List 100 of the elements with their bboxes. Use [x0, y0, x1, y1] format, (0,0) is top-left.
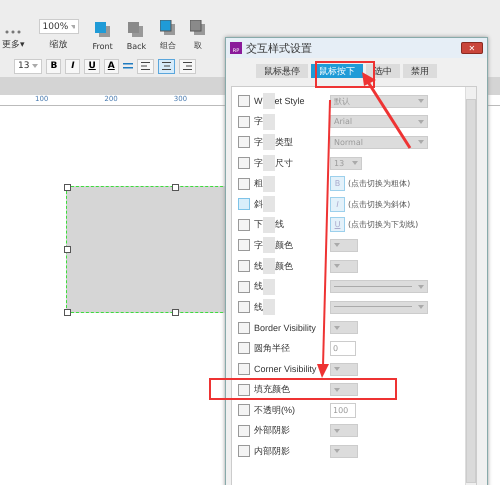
caret-icon [334, 367, 340, 372]
resize-handle[interactable] [172, 309, 179, 316]
checkbox[interactable] [238, 280, 250, 293]
checkbox[interactable] [238, 178, 250, 190]
caret-icon [32, 64, 38, 68]
inner-shadow-picker[interactable] [330, 444, 358, 458]
checkbox[interactable] [238, 260, 250, 272]
row-label: 字 [254, 156, 263, 170]
row-label: 颜色 [275, 260, 293, 273]
checkbox[interactable] [238, 404, 250, 416]
row-label: 线 [254, 280, 263, 294]
caret-icon [334, 449, 340, 454]
align-icon [182, 62, 192, 70]
corner-picker[interactable] [330, 362, 358, 376]
align-button[interactable] [178, 58, 196, 74]
resize-handle[interactable] [64, 309, 71, 316]
caret-icon [418, 305, 424, 310]
row-label: et Style [274, 96, 305, 106]
row-label: 下 [254, 218, 263, 232]
resize-handle[interactable] [64, 246, 71, 253]
border-picker[interactable] [330, 321, 358, 334]
hint-text: (点击切换为下划线) [348, 219, 418, 230]
resize-handle[interactable] [172, 184, 179, 191]
row-label: 字 [254, 115, 263, 128]
checkbox[interactable] [238, 384, 250, 396]
layers-icon [94, 22, 111, 38]
row-label: Corner Visibility [254, 364, 316, 374]
row-label: 线 [254, 260, 263, 273]
row-label: 内部阴影 [254, 444, 290, 458]
caret-icon [334, 264, 340, 268]
close-button[interactable]: ✕ [461, 42, 483, 54]
row-label: 粗 [254, 177, 263, 190]
scrollbar[interactable] [465, 87, 476, 485]
row-label: 线 [275, 218, 284, 232]
style-button[interactable]: U [84, 58, 100, 74]
tab[interactable]: 禁用 [403, 64, 437, 78]
checkbox[interactable] [238, 445, 250, 458]
toolbar-button[interactable]: Front [92, 22, 113, 51]
row-label: 线 [254, 300, 263, 314]
checkbox[interactable] [238, 95, 250, 108]
row-label: 圆角半径 [254, 342, 290, 355]
zoom-dropdown[interactable]: 100% [38, 19, 79, 34]
caret-icon [418, 120, 424, 124]
row-label: 颜色 [275, 238, 293, 252]
line-icon [334, 286, 412, 288]
toolbar-button[interactable]: 取 [190, 20, 206, 51]
checkbox[interactable] [238, 239, 250, 252]
font-color-picker[interactable] [330, 238, 358, 252]
text-color-button[interactable]: A [104, 58, 119, 74]
row-label: 尺寸 [275, 156, 293, 170]
checkbox[interactable] [238, 424, 250, 437]
fill-color-picker[interactable] [330, 383, 358, 396]
layers-icon [128, 22, 144, 38]
checkbox[interactable] [238, 363, 250, 376]
caret-icon [334, 388, 340, 392]
checkbox[interactable] [238, 116, 250, 128]
style-button[interactable]: B [46, 58, 62, 74]
row-label: 填充颜色 [254, 383, 290, 396]
highlight-box [315, 61, 375, 88]
toolbar-button[interactable]: 组合 [160, 20, 176, 51]
checkbox[interactable] [238, 218, 250, 231]
layers-icon [190, 20, 206, 36]
tab[interactable]: 鼠标悬停 [256, 64, 308, 78]
tab[interactable]: 选中 [366, 64, 400, 78]
align-button[interactable] [158, 58, 175, 74]
caret-icon [418, 140, 424, 144]
checkbox[interactable] [238, 157, 250, 170]
row-label: 字 [254, 136, 263, 149]
align-icon [140, 62, 150, 70]
caret-icon [334, 326, 340, 330]
row-label: 不透明(%) [254, 404, 295, 417]
checkbox[interactable] [238, 322, 250, 334]
resize-handle[interactable] [64, 184, 71, 191]
hint-text: (点击切换为斜体) [348, 198, 410, 210]
row-label: 外部阴影 [254, 424, 290, 438]
more-icon [5, 30, 22, 34]
row-label: 类型 [275, 136, 293, 149]
line-style-dropdown[interactable] [330, 300, 428, 314]
checkbox[interactable] [238, 198, 250, 210]
more-menu[interactable]: 更多▾ [2, 38, 25, 51]
zoom-label: 缩放 [50, 38, 68, 51]
hint-text: (点击切换为粗体) [348, 178, 410, 190]
checkbox[interactable] [238, 301, 250, 314]
toolbar-button[interactable]: Back [126, 22, 146, 51]
font-size-dropdown[interactable]: 13 [14, 58, 42, 74]
line-color-picker[interactable] [330, 260, 358, 273]
caret-icon [418, 99, 424, 104]
caret-icon [352, 161, 358, 166]
checkbox[interactable] [238, 136, 250, 148]
line-style-dropdown[interactable] [330, 280, 428, 294]
row-label: 字 [254, 238, 263, 252]
dialog-title: 交互样式设置 [246, 40, 313, 56]
align-button[interactable] [136, 58, 154, 74]
shadow-picker[interactable] [330, 424, 358, 438]
row-label: W [254, 96, 262, 106]
align-icon [162, 62, 171, 70]
checkbox[interactable] [238, 342, 250, 354]
caret-icon [334, 243, 340, 248]
style-button[interactable]: I [65, 58, 80, 74]
list-icon [122, 62, 133, 70]
